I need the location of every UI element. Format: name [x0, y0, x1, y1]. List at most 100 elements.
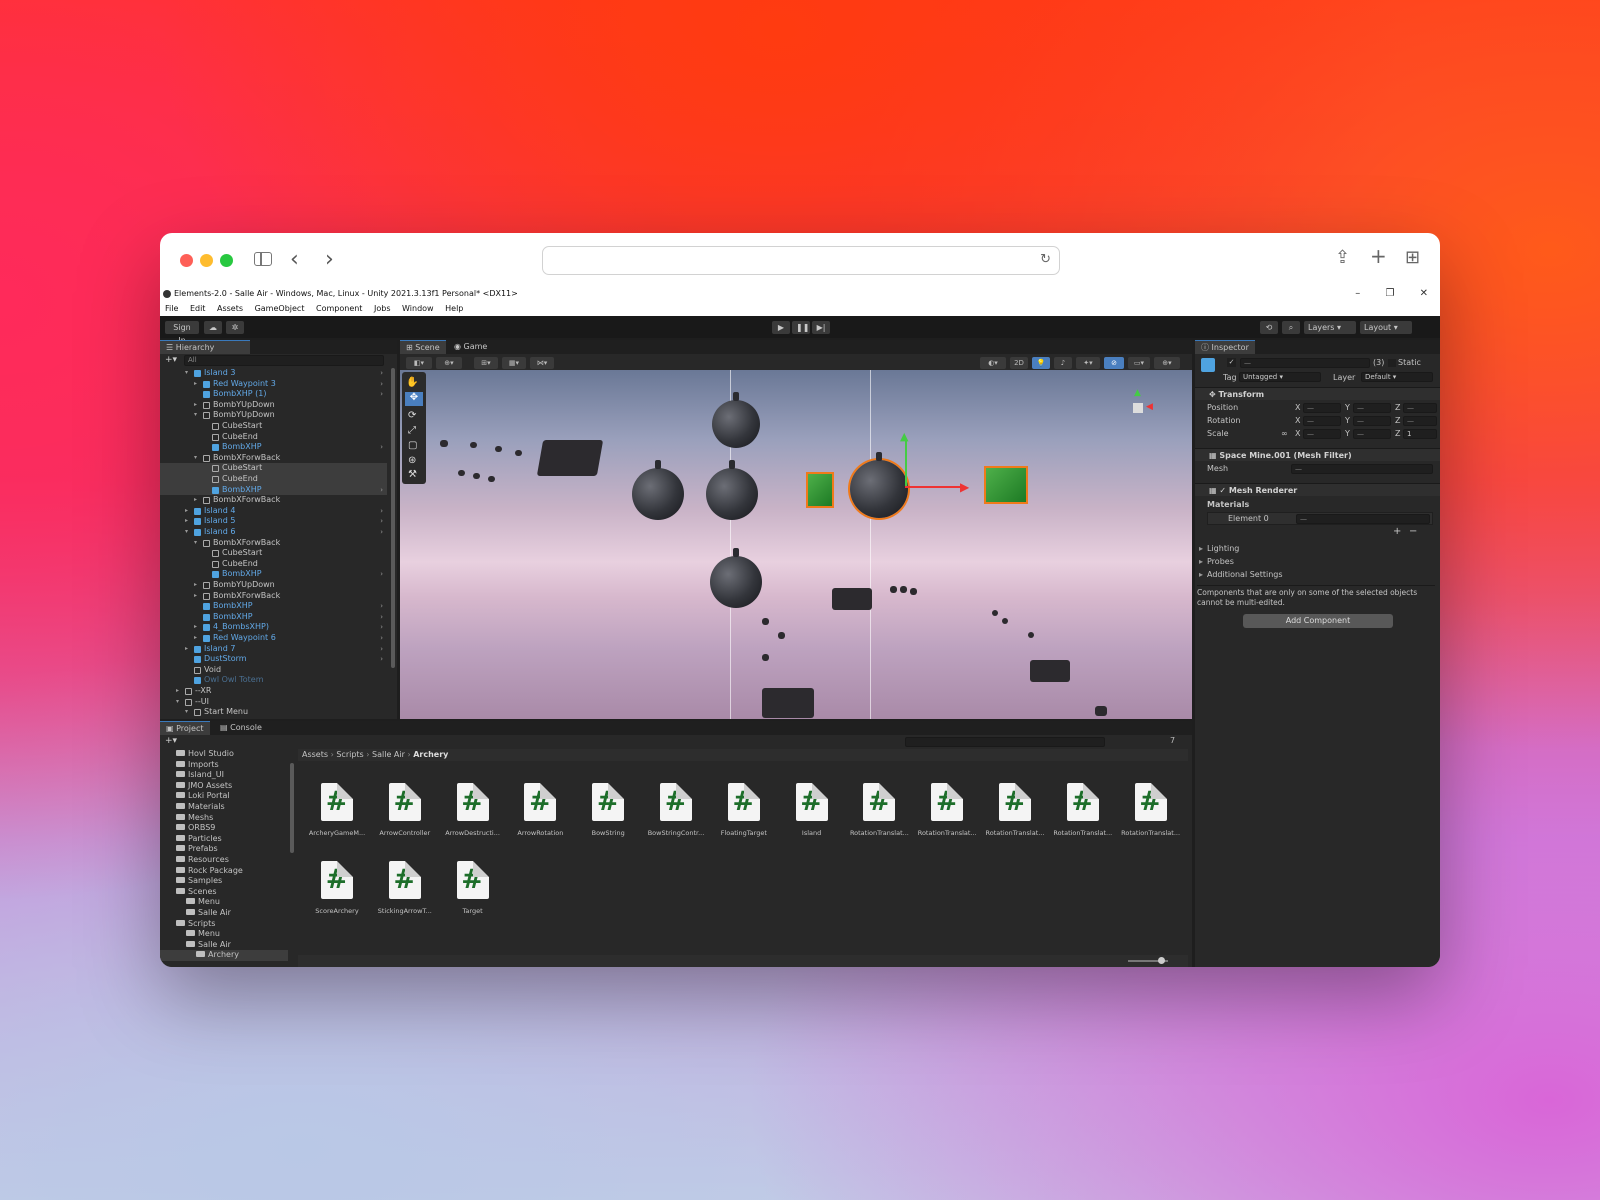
snap-icon[interactable]: ⊞▾ [474, 357, 498, 369]
orientation-gizmo[interactable]: ▲ ◀ [1118, 388, 1158, 428]
prefab-open-icon[interactable]: › [380, 601, 383, 612]
url-bar[interactable]: ↻ [542, 246, 1060, 275]
gizmo-y-axis[interactable] [905, 440, 907, 486]
breadcrumb-scripts[interactable]: Scripts [336, 750, 363, 759]
remove-material-button[interactable]: − [1409, 526, 1417, 537]
restore-icon[interactable]: ❐ [1385, 288, 1394, 299]
hierarchy-item[interactable]: ▾ --UI [160, 697, 387, 708]
hierarchy-item[interactable]: BombXHP › [160, 569, 387, 580]
hierarchy-item[interactable]: CubeEnd [160, 432, 387, 443]
hierarchy-item[interactable]: CubeStart [160, 548, 387, 559]
tab-console[interactable]: ▤ Console [214, 721, 270, 735]
scale-z-field[interactable]: 1 [1403, 429, 1437, 439]
hierarchy-search-input[interactable]: All [184, 355, 384, 366]
hierarchy-item[interactable]: Start Text [160, 718, 387, 719]
foldout-arrow-icon[interactable]: ▾ [194, 410, 197, 421]
position-y-field[interactable]: — [1353, 403, 1391, 413]
hierarchy-item[interactable]: ▸ Island 4 › [160, 506, 387, 517]
menu-gameobject[interactable]: GameObject [255, 304, 305, 313]
pause-icon[interactable]: ❚❚ [792, 321, 810, 334]
breadcrumb-assets[interactable]: Assets [302, 750, 328, 759]
script-asset[interactable]: # RotationTranslat... [1050, 783, 1116, 837]
grid-icon[interactable]: ▦▾ [502, 357, 526, 369]
sidebar-toggle-icon[interactable] [254, 252, 272, 266]
script-asset[interactable]: # ArrowDestructi... [440, 783, 506, 837]
folder-item[interactable]: Materials [160, 802, 288, 813]
rotate-tool-icon[interactable]: ⟳ [408, 410, 416, 421]
tab-project[interactable]: ▣ Project [160, 721, 210, 735]
add-component-button[interactable]: Add Component [1243, 614, 1393, 628]
hierarchy-item[interactable]: BombXHP › [160, 484, 387, 496]
folder-item[interactable]: Salle Air [160, 908, 288, 919]
cube-start[interactable] [806, 472, 834, 508]
tab-scene[interactable]: ⊞ Scene [400, 340, 446, 354]
zoom-slider[interactable] [1128, 957, 1168, 964]
search-icon[interactable]: ⌕ [1282, 321, 1300, 334]
hierarchy-item[interactable]: ▾ BombXForwBack [160, 538, 387, 549]
add-material-button[interactable]: + [1393, 526, 1401, 537]
folder-item[interactable]: Rock Package [160, 866, 288, 877]
menu-jobs[interactable]: Jobs [374, 304, 391, 313]
foldout-arrow-icon[interactable]: ▾ [194, 453, 197, 464]
minimize-dot[interactable] [200, 254, 213, 267]
script-asset[interactable]: # ArrowRotation [507, 783, 573, 837]
foldout-arrow-icon[interactable]: ▾ [194, 538, 197, 549]
prefab-open-icon[interactable]: › [380, 633, 383, 644]
increment-icon[interactable]: ⋈▾ [530, 357, 554, 369]
foldout-arrow-icon[interactable]: ▸ [176, 686, 179, 697]
script-asset[interactable]: # Island [779, 783, 845, 837]
space-mine-selected[interactable] [850, 452, 908, 518]
foldout-arrow-icon[interactable]: ▾ [185, 368, 188, 379]
forward-icon[interactable]: › [325, 247, 334, 272]
gizmo-x-arrow[interactable]: ▶ [960, 480, 969, 494]
back-icon[interactable]: ‹ [290, 247, 299, 272]
hierarchy-item[interactable]: ▾ BombYUpDown [160, 410, 387, 421]
folder-item[interactable]: ORBS9 [160, 823, 288, 834]
foldout-arrow-icon[interactable]: ▾ [176, 697, 179, 708]
effects-icon[interactable]: ✦▾ [1076, 357, 1100, 369]
play-icon[interactable]: ▶ [772, 321, 790, 334]
prefab-open-icon[interactable]: › [380, 442, 383, 453]
foldout-arrow-icon[interactable]: ▸ [185, 644, 188, 655]
folder-item[interactable]: Meshs [160, 813, 288, 824]
prefab-open-icon[interactable]: › [380, 516, 383, 527]
tab-game[interactable]: ◉ Game [448, 340, 498, 354]
layout-dropdown[interactable]: Layout ▾ [1360, 321, 1412, 334]
draw-mode-icon[interactable]: ◧▾ [406, 357, 432, 369]
script-asset[interactable]: # StickingArrowT... [372, 861, 438, 915]
gizmos-icon[interactable]: ⊕▾ [1154, 357, 1180, 369]
scale-tool-icon[interactable]: ⤢ [408, 425, 416, 436]
rotation-x-field[interactable]: — [1303, 416, 1341, 426]
static-checkbox[interactable] [1388, 359, 1396, 367]
prefab-open-icon[interactable]: › [380, 644, 383, 655]
hierarchy-item[interactable]: Void [160, 665, 387, 676]
zoom-dot[interactable] [220, 254, 233, 267]
foldout-arrow-icon[interactable]: ▾ [185, 527, 188, 538]
tab-inspector[interactable]: ⓘ Inspector [1195, 340, 1255, 354]
script-asset[interactable]: # BowStringContr... [643, 783, 709, 837]
prefab-open-icon[interactable]: › [380, 622, 383, 633]
hierarchy-item[interactable]: BombXHP › [160, 612, 387, 623]
prefab-open-icon[interactable]: › [380, 485, 383, 496]
breadcrumb-archery[interactable]: Archery [413, 750, 448, 759]
script-asset[interactable]: # ScoreArchery [304, 861, 370, 915]
hierarchy-item[interactable]: ▸ BombYUpDown [160, 580, 387, 591]
rotation-y-field[interactable]: — [1353, 416, 1391, 426]
custom-tool-icon[interactable]: ⚒ [408, 469, 417, 480]
folder-item[interactable]: Scenes [160, 887, 288, 898]
hierarchy-item[interactable]: ▸ Red Waypoint 6 › [160, 633, 387, 644]
foldout-arrow-icon[interactable]: ▸ [185, 506, 188, 517]
probes-foldout[interactable]: ▸ Probes [1195, 556, 1440, 567]
script-asset[interactable]: # RotationTranslat... [846, 783, 912, 837]
link-icon[interactable]: ∞ [1281, 428, 1288, 439]
script-asset[interactable]: # ArrowController [372, 783, 438, 837]
gizmo-x-axis[interactable] [905, 486, 965, 488]
minimize-icon[interactable]: – [1355, 288, 1360, 299]
sign-in-button[interactable]: Sign In [165, 321, 199, 345]
position-x-field[interactable]: — [1303, 403, 1341, 413]
hierarchy-item[interactable]: Owl Owl Totem [160, 675, 387, 686]
hierarchy-item[interactable]: ▸ Island 7 › [160, 644, 387, 655]
folder-item[interactable]: Salle Air [160, 940, 288, 951]
step-icon[interactable]: ▶| [812, 321, 830, 334]
hierarchy-item[interactable]: BombXHP › [160, 601, 387, 612]
